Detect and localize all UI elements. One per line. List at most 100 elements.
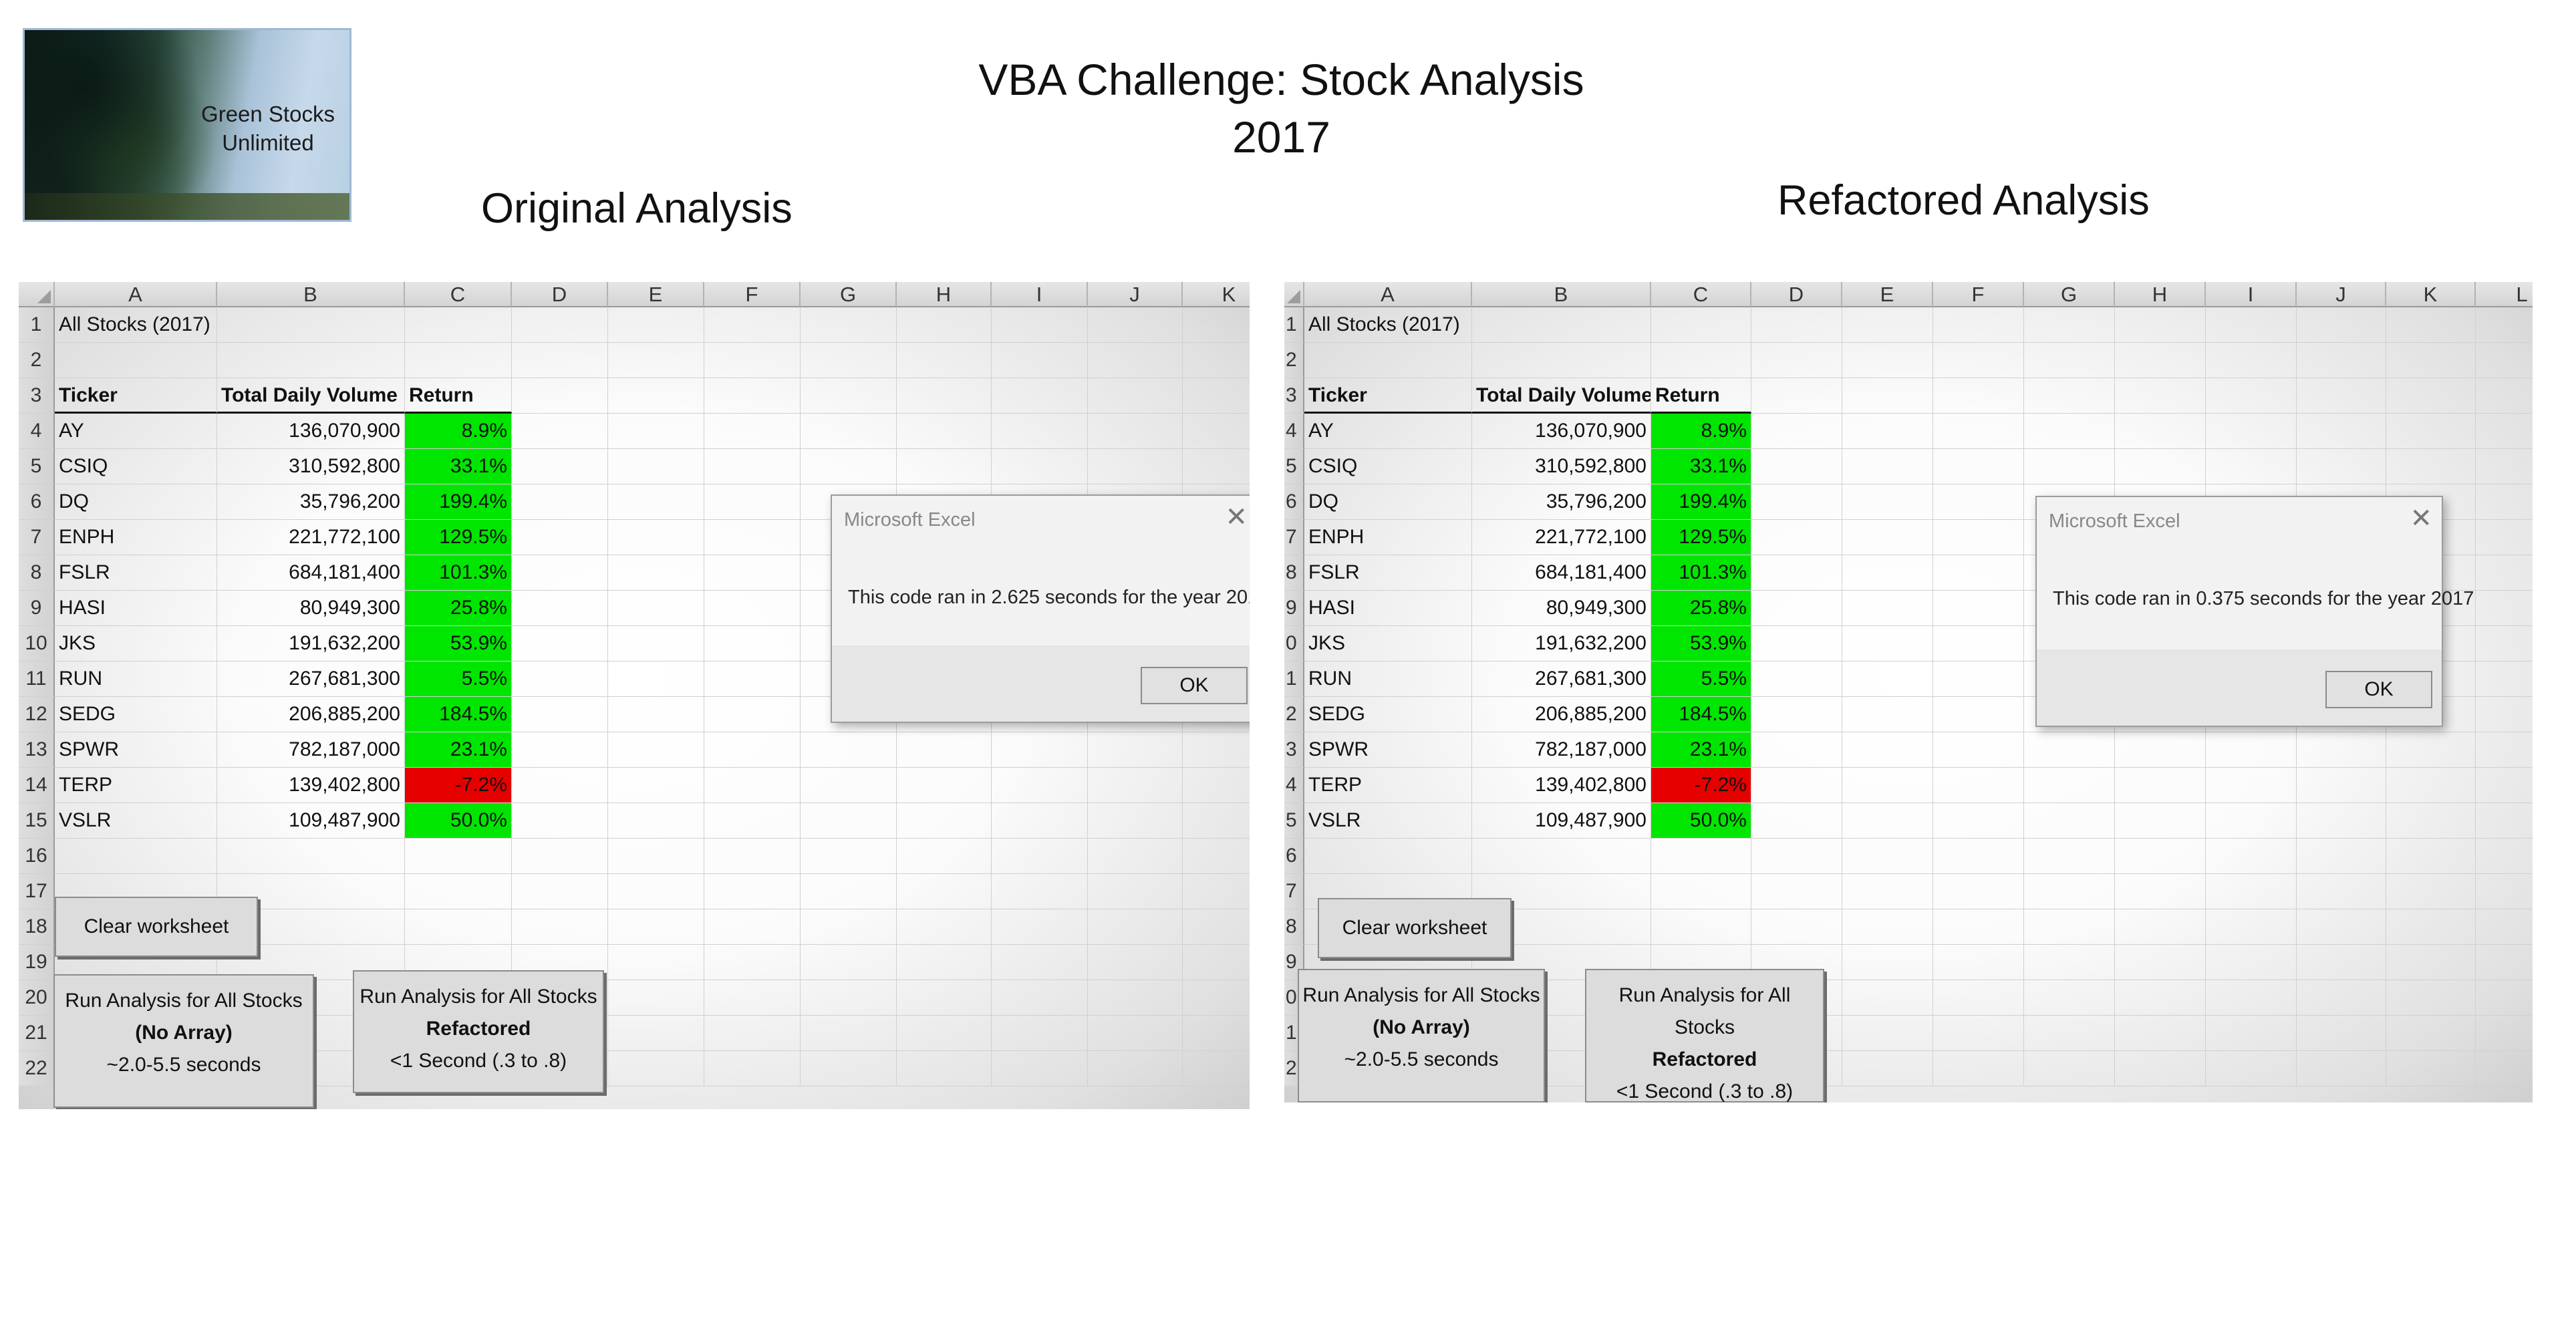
cell[interactable] (1933, 626, 2024, 661)
cell[interactable] (801, 449, 897, 484)
ticker-cell[interactable]: CSIQ (55, 449, 217, 484)
cell[interactable] (801, 307, 897, 343)
cell[interactable] (2024, 378, 2115, 414)
row-header[interactable]: 17 (19, 874, 55, 909)
cell[interactable] (405, 874, 512, 909)
run-analysis-no-array-button[interactable]: Run Analysis for All Stocks (No Array) ~… (53, 974, 314, 1108)
volume-cell[interactable]: 267,681,300 (217, 661, 405, 697)
cell[interactable] (1088, 945, 1183, 980)
column-header[interactable]: A (55, 282, 217, 307)
row-header[interactable]: 8 (19, 555, 55, 591)
cell[interactable] (2476, 874, 2533, 909)
cell[interactable] (1472, 343, 1651, 378)
cell[interactable] (1088, 343, 1183, 378)
cell[interactable] (897, 768, 992, 803)
cell[interactable] (2206, 343, 2297, 378)
column-header[interactable]: C (1651, 282, 1751, 307)
ticker-cell[interactable]: TERP (1304, 768, 1472, 803)
cell[interactable] (1183, 307, 1250, 343)
cell[interactable] (897, 874, 992, 909)
cell[interactable] (1088, 378, 1183, 414)
cell[interactable] (801, 980, 897, 1016)
ticker-cell[interactable]: VSLR (55, 803, 217, 839)
row-header[interactable]: 2 (1284, 343, 1304, 378)
cell[interactable] (608, 414, 704, 449)
cell[interactable] (1651, 307, 1751, 343)
cell[interactable] (704, 1051, 801, 1086)
row-header[interactable]: 21 (19, 1016, 55, 1051)
cell[interactable] (2476, 307, 2533, 343)
close-icon[interactable]: ✕ (2410, 505, 2432, 532)
cell[interactable] (405, 343, 512, 378)
volume-cell[interactable]: 684,181,400 (217, 555, 405, 591)
ticker-cell[interactable]: SEDG (1304, 697, 1472, 732)
cell[interactable] (2476, 768, 2533, 803)
row-header[interactable]: 13 (19, 732, 55, 768)
cell[interactable] (2386, 732, 2476, 768)
return-cell[interactable]: 53.9% (1651, 626, 1751, 661)
cell[interactable] (1751, 343, 1842, 378)
column-header[interactable]: A (1304, 282, 1472, 307)
column-header[interactable]: H (897, 282, 992, 307)
cell[interactable] (704, 661, 801, 697)
cell[interactable] (1933, 591, 2024, 626)
cell[interactable] (608, 555, 704, 591)
row-header[interactable]: 0 (1284, 626, 1304, 661)
row-header[interactable]: 16 (19, 839, 55, 874)
ticker-cell[interactable]: DQ (1304, 484, 1472, 520)
cell[interactable] (405, 839, 512, 874)
return-header-cell[interactable]: Return (1651, 378, 1751, 414)
cell[interactable] (1751, 874, 1842, 909)
cell[interactable] (608, 484, 704, 520)
cell[interactable] (992, 909, 1088, 945)
cell[interactable] (704, 803, 801, 839)
cell[interactable] (1651, 909, 1751, 945)
cell[interactable] (2297, 909, 2386, 945)
cell[interactable] (2024, 732, 2115, 768)
cell[interactable] (1842, 661, 1933, 697)
cell[interactable] (217, 343, 405, 378)
cell[interactable] (1751, 732, 1842, 768)
cell[interactable] (1304, 343, 1472, 378)
row-header[interactable]: 11 (19, 661, 55, 697)
column-header[interactable]: J (1088, 282, 1183, 307)
cell[interactable] (1842, 626, 1933, 661)
cell[interactable] (1088, 414, 1183, 449)
cell[interactable] (801, 803, 897, 839)
cell[interactable] (1651, 839, 1751, 874)
row-header[interactable]: 1 (1284, 661, 1304, 697)
cell[interactable] (2206, 768, 2297, 803)
cell[interactable] (992, 732, 1088, 768)
cell[interactable] (1842, 732, 1933, 768)
cell[interactable] (1933, 768, 2024, 803)
cell[interactable] (1842, 1016, 1933, 1051)
row-header[interactable]: 9 (1284, 591, 1304, 626)
cell[interactable] (512, 839, 608, 874)
cell[interactable] (2476, 697, 2533, 732)
cell[interactable] (2115, 414, 2206, 449)
column-header[interactable]: I (2206, 282, 2297, 307)
return-cell[interactable]: 129.5% (405, 520, 512, 555)
return-cell[interactable]: 25.8% (405, 591, 512, 626)
column-header[interactable]: J (2297, 282, 2386, 307)
cell[interactable] (2297, 1051, 2386, 1086)
row-header[interactable]: 18 (19, 909, 55, 945)
cell[interactable] (1933, 697, 2024, 732)
cell[interactable] (608, 449, 704, 484)
cell[interactable] (897, 945, 992, 980)
cell[interactable] (1933, 378, 2024, 414)
ticker-cell[interactable]: CSIQ (1304, 449, 1472, 484)
column-header[interactable]: F (704, 282, 801, 307)
volume-cell[interactable]: 310,592,800 (217, 449, 405, 484)
cell[interactable] (512, 732, 608, 768)
cell[interactable] (1842, 768, 1933, 803)
cell[interactable] (2115, 839, 2206, 874)
cell[interactable] (1183, 909, 1250, 945)
cell[interactable] (2386, 980, 2476, 1016)
cell[interactable] (1651, 343, 1751, 378)
cell[interactable] (608, 378, 704, 414)
cell[interactable] (897, 378, 992, 414)
cell[interactable] (1842, 307, 1933, 343)
column-header[interactable]: G (2024, 282, 2115, 307)
cell[interactable] (992, 343, 1088, 378)
